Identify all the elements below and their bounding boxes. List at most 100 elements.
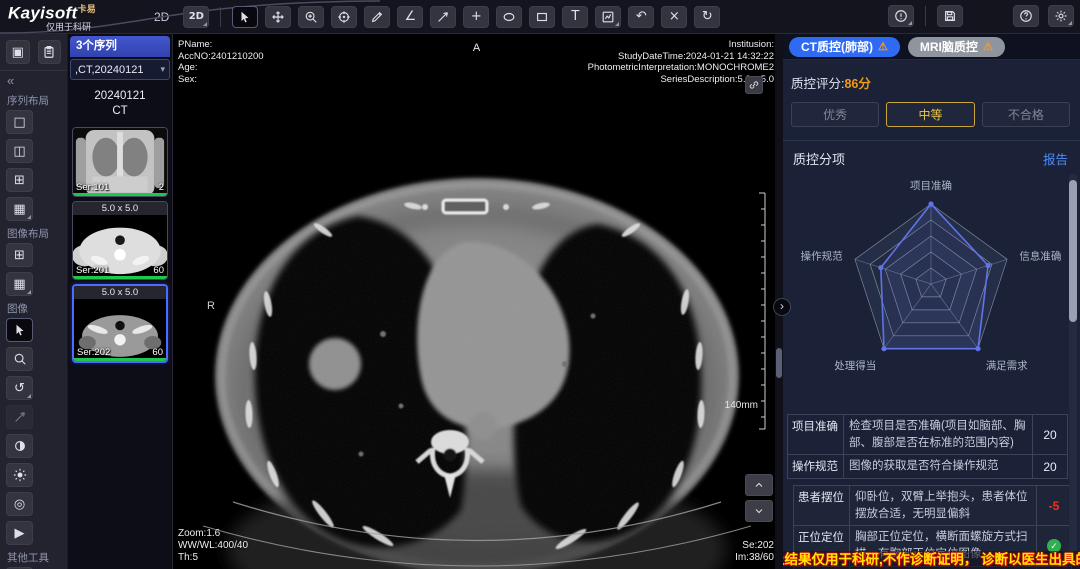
tool-2d[interactable]: 2D — [183, 6, 209, 28]
corner-flyout-mark — [27, 215, 31, 219]
warning-icon: ⚠ — [878, 40, 888, 53]
sidebar-top-icons: ▣ — [0, 39, 67, 71]
thumbnail-Ser:202[interactable]: 5.0 x 5.0Ser:20260 — [72, 284, 168, 364]
tool-window-level[interactable] — [595, 6, 621, 28]
series-layout-grid[interactable]: ▦ — [6, 197, 33, 221]
tool-crosshair-icon: + — [471, 10, 482, 23]
thumbnail-Ser:101[interactable]: Ser:1012 — [72, 127, 168, 197]
panel-expander-button[interactable]: › — [773, 298, 791, 316]
tool-target[interactable] — [331, 6, 357, 28]
tool-text[interactable]: T — [562, 6, 588, 28]
image-cine-play[interactable]: ▶ — [6, 521, 33, 545]
series-layout-grid-icon: ▦ — [13, 203, 25, 216]
tool-undo-icon: ↶ — [636, 10, 647, 23]
image-layout-grid[interactable]: ▦ — [6, 272, 33, 296]
brightness-icon — [13, 468, 27, 482]
orientation-marker-right: R — [207, 300, 215, 312]
image-layout-grid-icon: ▦ — [13, 278, 25, 291]
image-viewport[interactable]: PName:AccNO:2401210200Age:Sex: Institusi… — [173, 34, 780, 569]
corner-flyout-mark — [908, 21, 912, 25]
tool-zoom-in[interactable] — [298, 6, 324, 28]
overlay-line: Institusion: — [588, 39, 774, 51]
tool-save[interactable] — [937, 5, 963, 27]
grade-button-不合格[interactable]: 不合格 — [982, 102, 1070, 127]
image-layout-2x2[interactable]: ⊞ — [6, 243, 33, 267]
image-invert[interactable] — [6, 434, 33, 458]
image-flag[interactable] — [6, 405, 33, 429]
qc-score: 质控评分:86分 — [781, 60, 1080, 92]
thumbnail-Ser:201[interactable]: 5.0 x 5.0Ser:20160 — [72, 201, 168, 280]
zoom-icon — [304, 10, 318, 24]
panel-report[interactable] — [38, 40, 62, 64]
tool-angle[interactable]: ∠ — [397, 6, 423, 28]
panel-scrollbar-thumb[interactable] — [1069, 180, 1077, 322]
scroll-down-button[interactable] — [745, 500, 773, 522]
ct-axial-image — [173, 34, 780, 569]
image-brightness[interactable] — [6, 463, 33, 487]
tool-pencil[interactable] — [364, 6, 390, 28]
collapse-sidebar-button[interactable]: « — [0, 71, 67, 88]
content-row: ▣«序列布局□◫⊞▦图像布局⊞▦图像↺◎▶其他工具+×↻定位线✓定位线同步图像I… — [0, 34, 1080, 569]
tool-ellipse[interactable] — [496, 6, 522, 28]
tool-info[interactable] — [888, 5, 914, 27]
thumbnail-progress-bar — [74, 358, 166, 361]
tool-delete-icon: × — [669, 10, 680, 23]
tool-delete[interactable]: × — [661, 6, 687, 28]
series-layout-1x1[interactable]: □ — [6, 110, 33, 134]
toolbar-tools: 2D ∠ + T ↶ × ↻ — [183, 6, 720, 28]
thumbnail-footer: Ser:1012 — [73, 182, 167, 193]
link-series-button[interactable] — [745, 76, 763, 94]
corner-flyout-mark — [27, 290, 31, 294]
app-logo: Kayisoft卡易 仅用于科研 — [0, 0, 150, 34]
info-icon — [894, 9, 908, 23]
clipboard-icon — [42, 45, 56, 59]
tool-help[interactable] — [1013, 5, 1039, 27]
toolbar-separator — [925, 6, 926, 26]
series-layout-1x2[interactable]: ◫ — [6, 139, 33, 163]
qc-score-value: 86分 — [844, 77, 870, 91]
svg-text:处理得当: 处理得当 — [834, 359, 876, 372]
study-dropdown[interactable]: ,CT,20240121 ▾ — [70, 59, 170, 80]
report-link[interactable]: 报告 — [1043, 149, 1068, 168]
tool-crosshair[interactable]: + — [463, 6, 489, 28]
grade-button-中等[interactable]: 中等 — [886, 102, 974, 127]
panel-series[interactable]: ▣ — [6, 40, 30, 64]
cursor-icon — [238, 10, 252, 24]
image-rotate[interactable]: ↺ — [6, 376, 33, 400]
target-icon — [337, 10, 351, 24]
series-layout-2x2[interactable]: ⊞ — [6, 168, 33, 192]
study-dropdown-value: ,CT,20240121 — [75, 64, 160, 76]
tool-reset[interactable]: ↻ — [694, 6, 720, 28]
tool-undo[interactable]: ↶ — [628, 6, 654, 28]
study-modality: CT — [70, 104, 170, 119]
scroll-up-button[interactable] — [745, 474, 773, 496]
qc-section-title: 质控分项 — [793, 149, 845, 168]
tool-rect[interactable] — [529, 6, 555, 28]
tool-cobb-angle[interactable] — [430, 6, 456, 28]
study-group-header: 20240121 CT — [70, 89, 170, 119]
tool-text-icon: T — [571, 10, 579, 23]
cursor-icon — [13, 323, 27, 337]
qc-tab-CT质控(肺部)[interactable]: CT质控(肺部)⚠ — [789, 37, 900, 57]
qc-item-desc: 仰卧位，双臂上举抱头，患者体位摆放合适，无明显偏斜 — [850, 486, 1037, 525]
tool-settings[interactable] — [1048, 5, 1074, 27]
overlay-line: Th:5 — [178, 552, 248, 564]
image-target-icon: ◎ — [14, 498, 25, 511]
qc-tab-MRI脑质控[interactable]: MRI脑质控⚠ — [908, 37, 1005, 57]
image-layout-2x2-icon: ⊞ — [14, 249, 25, 262]
image-cursor[interactable] — [6, 318, 33, 342]
overlay-line: Sex: — [178, 74, 264, 86]
tool-cursor[interactable] — [232, 6, 258, 28]
image-target[interactable]: ◎ — [6, 492, 33, 516]
overlay-line: PName: — [178, 39, 264, 51]
image-magnify[interactable] — [6, 347, 33, 371]
grade-button-优秀[interactable]: 优秀 — [791, 102, 879, 127]
qc-item-score: -5 — [1037, 486, 1071, 525]
sidebar-section-title: 序列布局 — [7, 93, 67, 108]
viewer-scrollbar-thumb[interactable] — [776, 348, 782, 378]
qc-item-score: 20 — [1033, 415, 1067, 454]
question-icon — [1019, 9, 1033, 23]
panel-series-icon: ▣ — [12, 46, 24, 59]
tool-pan[interactable] — [265, 6, 291, 28]
series-thumbnail-panel: 3个序列 ,CT,20240121 ▾ 20240121 CT Ser:1012… — [68, 34, 173, 569]
